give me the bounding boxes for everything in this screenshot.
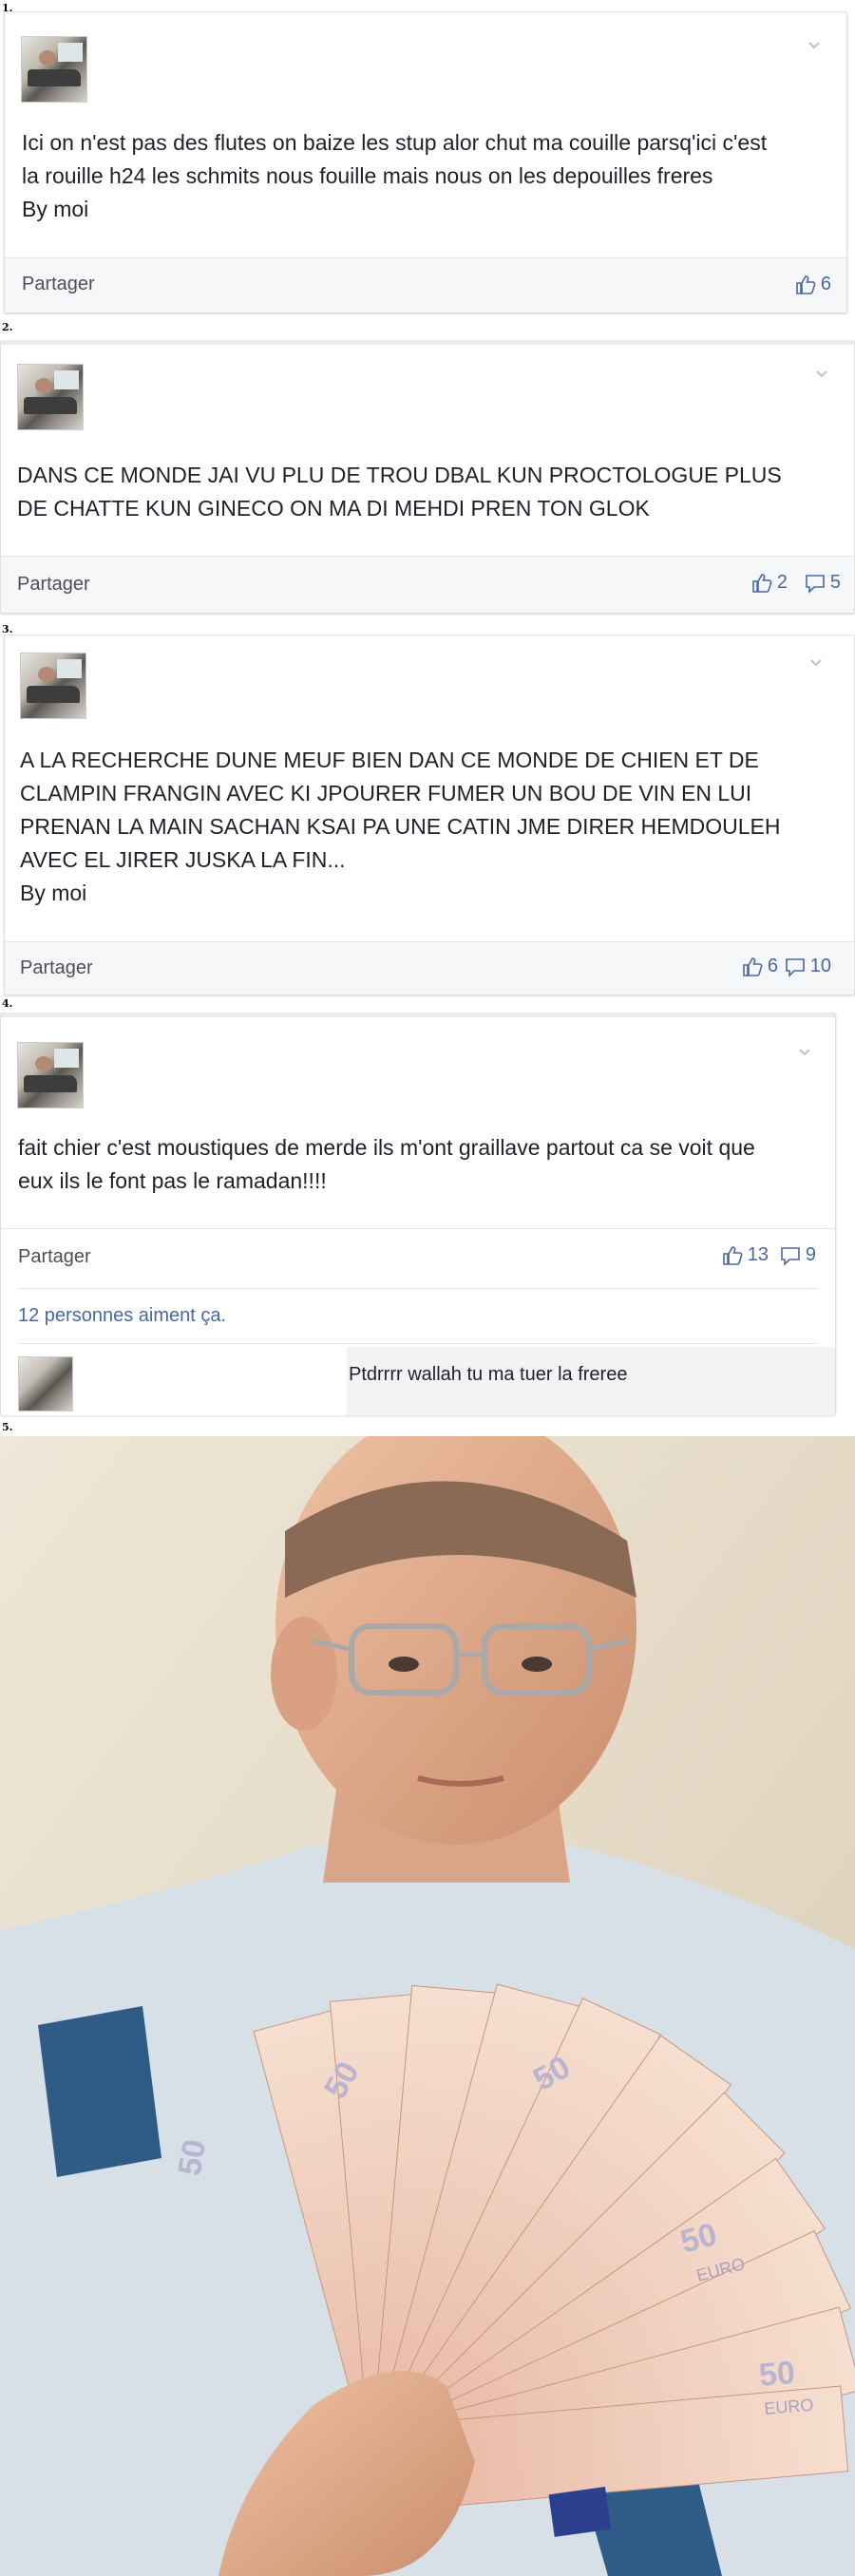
chevron-down-icon[interactable] bbox=[808, 39, 820, 50]
share-link[interactable]: Partager bbox=[18, 1246, 91, 1268]
thumbs-up-icon bbox=[743, 957, 763, 976]
divider bbox=[18, 1288, 818, 1289]
likes-number: 6 bbox=[820, 274, 831, 294]
post-footer: Partager 2 5 bbox=[1, 556, 854, 613]
comment-icon bbox=[781, 1246, 800, 1266]
post-footer: Partager 13 9 12 personnes aiment ça. Pt… bbox=[1, 1228, 835, 1415]
thumbs-up-icon bbox=[722, 1245, 743, 1265]
share-link[interactable]: Partager bbox=[17, 574, 90, 596]
divider bbox=[18, 1343, 818, 1344]
comments-count[interactable]: 10 bbox=[784, 956, 831, 977]
comments-count[interactable]: 5 bbox=[804, 572, 841, 594]
post-text-line: la rouille h24 les schmits nous fouille … bbox=[22, 163, 713, 188]
post-text-line: PRENAN LA MAIN SACHAN KSAI PA UNE CATIN … bbox=[20, 814, 781, 839]
post-text-line: CLAMPIN FRANGIN AVEC KI JPOURER FUMER UN… bbox=[20, 781, 752, 805]
post-number: 5. bbox=[2, 1421, 13, 1433]
post-text: Ici on n'est pas des flutes on baize les… bbox=[22, 126, 839, 226]
banknote-value: 50 bbox=[757, 2355, 796, 2394]
post-text: A LA RECHERCHE DUNE MEUF BIEN DAN CE MON… bbox=[20, 744, 846, 910]
post-text-line: fait chier c'est moustiques de merde ils… bbox=[18, 1135, 755, 1160]
post-text-line: AVEC EL JIRER JUSKA LA FIN... bbox=[20, 847, 346, 872]
post-text-line: By moi bbox=[22, 197, 89, 221]
likes-count[interactable]: 13 bbox=[721, 1244, 769, 1266]
post-text-line: A LA RECHERCHE DUNE MEUF BIEN DAN CE MON… bbox=[20, 748, 759, 772]
avatar[interactable] bbox=[17, 364, 84, 430]
likes-summary: 12 personnes aiment ça. bbox=[18, 1305, 226, 1327]
avatar[interactable] bbox=[17, 1042, 84, 1108]
comments-number: 9 bbox=[805, 1244, 816, 1265]
likes-summary-link[interactable]: 12 personnes bbox=[18, 1305, 133, 1326]
share-link[interactable]: Partager bbox=[20, 957, 93, 979]
comment-icon bbox=[806, 574, 825, 594]
avatar[interactable] bbox=[20, 653, 86, 719]
photo-illustration: 50 50 50 50 50 EURO EURO bbox=[0, 1436, 855, 2576]
post-card: Ici on n'est pas des flutes on baize les… bbox=[4, 11, 847, 313]
post-number: 2. bbox=[2, 321, 13, 333]
likes-count[interactable]: 2 bbox=[750, 572, 788, 594]
chevron-down-icon[interactable] bbox=[816, 368, 827, 379]
post-number: 4. bbox=[2, 997, 13, 1010]
post-card: A LA RECHERCHE DUNE MEUF BIEN DAN CE MON… bbox=[4, 635, 855, 995]
post-text-line: eux ils le font pas le ramadan!!!! bbox=[18, 1168, 327, 1193]
avatar[interactable] bbox=[21, 36, 87, 103]
post-card: DANS CE MONDE JAI VU PLU DE TROU DBAL KU… bbox=[0, 340, 855, 614]
likes-count[interactable]: 6 bbox=[794, 274, 831, 295]
likes-count[interactable]: 6 bbox=[741, 956, 778, 977]
post-text-line: By moi bbox=[20, 881, 87, 905]
comment-avatar[interactable] bbox=[18, 1356, 73, 1411]
thumbs-up-icon bbox=[752, 573, 772, 593]
comment-text: Ptdrrrr wallah tu ma tuer la freree bbox=[349, 1364, 628, 1385]
share-link[interactable]: Partager bbox=[22, 274, 95, 295]
post-text: DANS CE MONDE JAI VU PLU DE TROU DBAL KU… bbox=[17, 459, 844, 525]
post-text-line: DANS CE MONDE JAI VU PLU DE TROU DBAL KU… bbox=[17, 463, 782, 487]
comment-icon bbox=[785, 957, 805, 977]
likes-number: 2 bbox=[776, 572, 788, 593]
thumbs-up-icon bbox=[796, 275, 816, 294]
photo[interactable]: 50 50 50 50 50 EURO EURO bbox=[0, 1436, 855, 2576]
likes-number: 6 bbox=[767, 956, 778, 976]
post-text: fait chier c'est moustiques de merde ils… bbox=[18, 1131, 830, 1198]
post-text-line: DE CHATTE KUN GINECO ON MA DI MEHDI PREN… bbox=[17, 496, 650, 521]
chevron-down-icon[interactable] bbox=[810, 656, 822, 668]
likes-number: 13 bbox=[747, 1244, 769, 1265]
post-footer: Partager 6 bbox=[5, 257, 846, 313]
post-text-line: Ici on n'est pas des flutes on baize les… bbox=[22, 130, 768, 155]
comments-number: 10 bbox=[809, 956, 831, 976]
comments-count[interactable]: 9 bbox=[779, 1244, 816, 1266]
post-card: fait chier c'est moustiques de merde ils… bbox=[0, 1013, 836, 1415]
chevron-down-icon[interactable] bbox=[799, 1046, 810, 1057]
comments-number: 5 bbox=[829, 572, 841, 593]
post-footer: Partager 6 10 bbox=[5, 941, 854, 994]
banknote-value: 50 bbox=[171, 2137, 213, 2179]
likes-summary-text: aiment ça. bbox=[133, 1305, 227, 1326]
comment: Ptdrrrr wallah tu ma tuer la freree bbox=[347, 1347, 835, 1415]
